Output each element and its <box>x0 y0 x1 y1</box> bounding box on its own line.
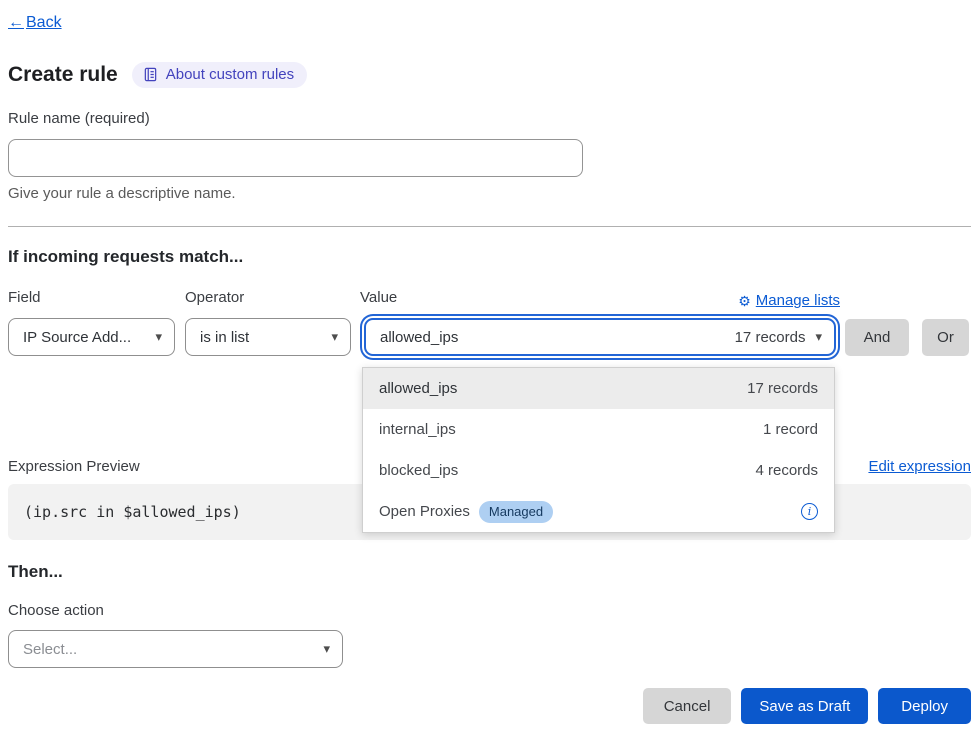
operator-select[interactable]: is in list ▾ <box>185 318 351 356</box>
rule-name-input[interactable] <box>8 139 583 177</box>
value-select-meta: 17 records <box>735 329 806 346</box>
choose-action-label: Choose action <box>8 602 971 622</box>
about-custom-rules-link[interactable]: About custom rules <box>132 62 307 88</box>
list-name: Open Proxies <box>379 503 470 520</box>
dropdown-item-open-proxies[interactable]: Open Proxies Managed i <box>363 491 834 532</box>
managed-badge: Managed <box>479 501 553 523</box>
manage-lists-link[interactable]: ⚙ Manage lists <box>738 292 840 309</box>
operator-select-value: is in list <box>200 329 249 346</box>
expression-code: (ip.src in $allowed_ips) <box>24 503 241 521</box>
value-select-wrapper: allowed_ips 17 records ▾ allowed_ips 17 … <box>360 318 840 356</box>
manage-lists-label: Manage lists <box>756 292 840 309</box>
chevron-down-icon: ▾ <box>331 329 338 345</box>
value-dropdown-panel: allowed_ips 17 records internal_ips 1 re… <box>362 367 835 533</box>
cancel-button[interactable]: Cancel <box>643 688 732 724</box>
field-select-value: IP Source Add... <box>23 329 131 346</box>
rule-name-helper-text: Give your rule a descriptive name. <box>8 185 971 205</box>
match-condition-row: IP Source Add... ▾ is in list ▾ allowed_… <box>8 316 971 358</box>
expression-preview-label: Expression Preview <box>8 458 140 475</box>
gear-icon: ⚙ <box>738 294 751 308</box>
match-labels-row: Field Operator Value ⚙ Manage lists <box>8 289 971 309</box>
footer-actions: Cancel Save as Draft Deploy <box>8 688 971 724</box>
page-title: Create rule <box>8 63 118 87</box>
chevron-down-icon: ▾ <box>323 641 330 657</box>
page-header: Create rule About custom rules <box>8 60 971 90</box>
operator-label: Operator <box>185 289 351 309</box>
chevron-down-icon: ▾ <box>815 329 822 345</box>
book-icon <box>143 67 158 82</box>
section-divider <box>8 226 971 227</box>
back-link[interactable]: ←Back <box>8 14 62 32</box>
and-button[interactable]: And <box>845 319 909 356</box>
list-record-count: 17 records <box>747 380 818 397</box>
chevron-down-icon: ▾ <box>155 329 162 345</box>
value-label: Value <box>360 289 397 309</box>
list-name: allowed_ips <box>379 380 457 397</box>
save-as-draft-button[interactable]: Save as Draft <box>741 688 868 724</box>
then-section-heading: Then... <box>8 562 971 584</box>
value-select-name: allowed_ips <box>380 329 735 346</box>
info-icon[interactable]: i <box>801 503 818 520</box>
value-select[interactable]: allowed_ips 17 records ▾ <box>364 318 836 356</box>
rule-name-label: Rule name (required) <box>8 110 971 130</box>
field-select[interactable]: IP Source Add... ▾ <box>8 318 175 356</box>
dropdown-item-blocked-ips[interactable]: blocked_ips 4 records <box>363 450 834 491</box>
dropdown-item-allowed-ips[interactable]: allowed_ips 17 records <box>363 368 834 409</box>
dropdown-item-internal-ips[interactable]: internal_ips 1 record <box>363 409 834 450</box>
match-section-heading: If incoming requests match... <box>8 247 971 269</box>
list-name: internal_ips <box>379 421 456 438</box>
about-custom-rules-label: About custom rules <box>166 66 294 83</box>
or-button[interactable]: Or <box>922 319 969 356</box>
action-select-placeholder: Select... <box>23 641 77 658</box>
deploy-button[interactable]: Deploy <box>878 688 971 724</box>
list-record-count: 1 record <box>763 421 818 438</box>
edit-expression-link[interactable]: Edit expression <box>868 458 971 475</box>
field-label: Field <box>8 289 175 309</box>
list-record-count: 4 records <box>755 462 818 479</box>
back-link-label: Back <box>26 14 62 32</box>
action-select[interactable]: Select... ▾ <box>8 630 343 668</box>
back-arrow-icon: ← <box>8 14 24 32</box>
create-rule-page: ←Back Create rule About custom rules Rul… <box>0 0 979 739</box>
list-name: blocked_ips <box>379 462 458 479</box>
